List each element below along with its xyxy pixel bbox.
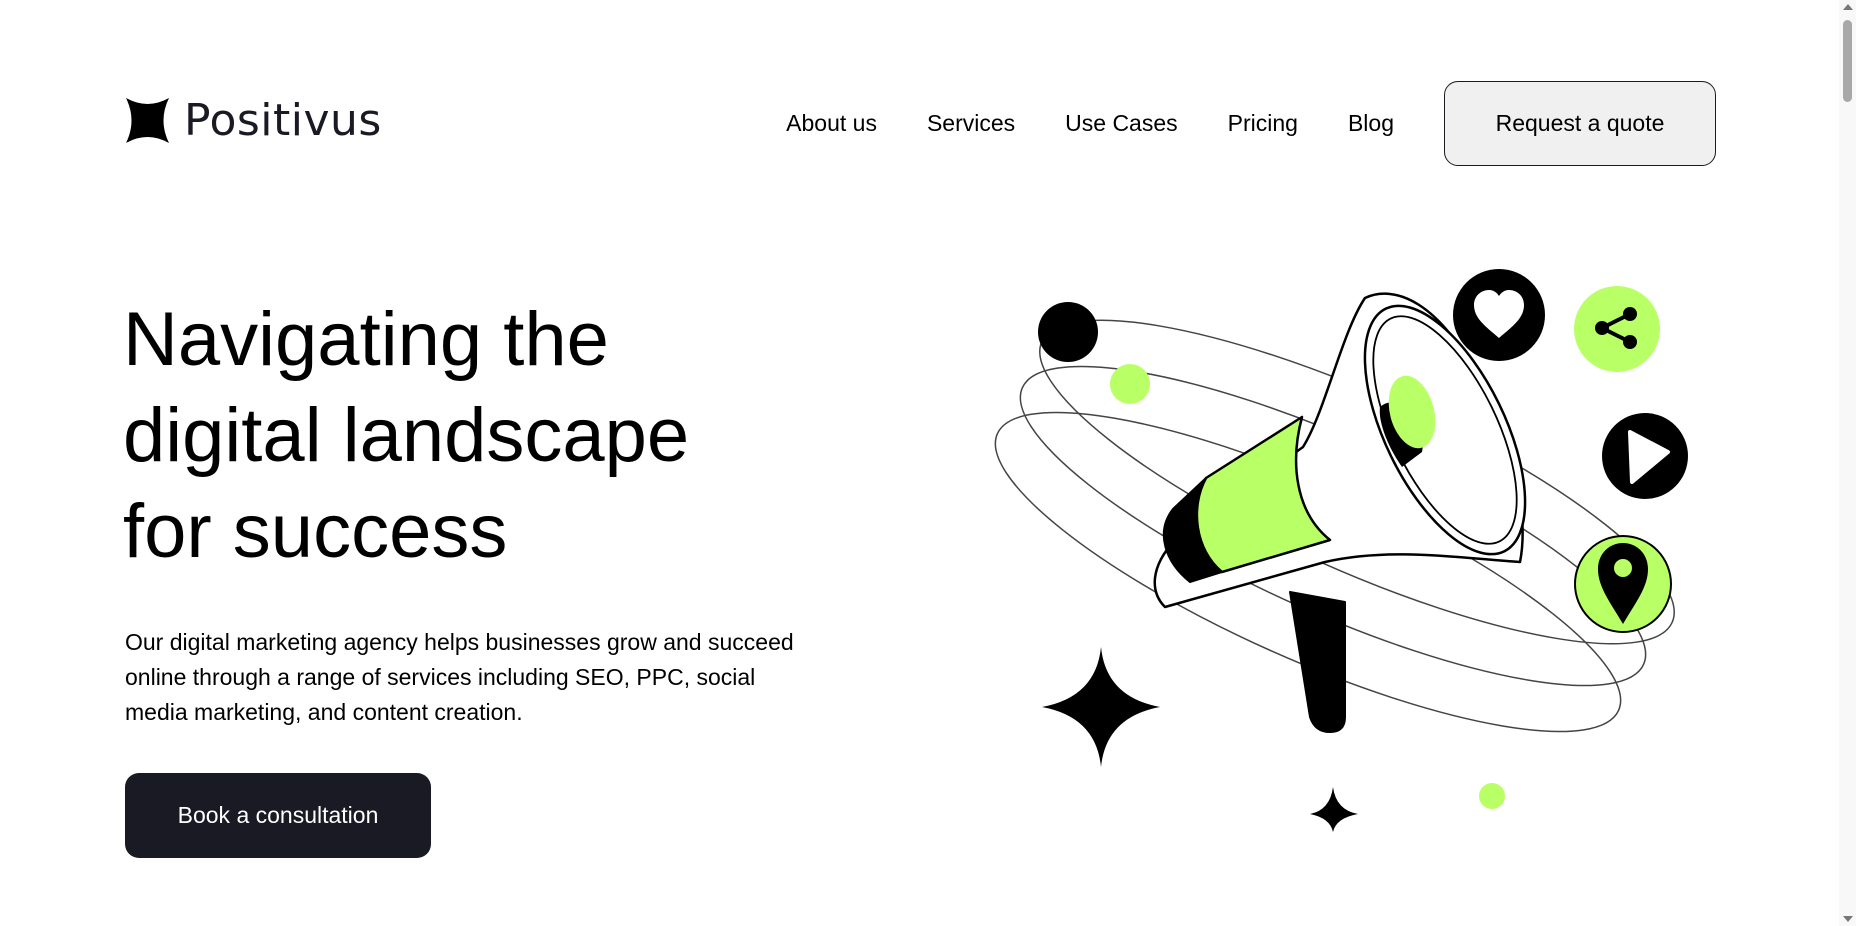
star-burst-icon — [126, 98, 169, 143]
sparkle-small-icon — [1310, 787, 1358, 832]
decor-dot-green-small — [1479, 783, 1505, 809]
play-icon — [1602, 413, 1688, 499]
nav-link-services[interactable]: Services — [927, 112, 1015, 135]
location-pin-icon — [1574, 535, 1672, 633]
brand-logo[interactable]: Positivus — [125, 97, 382, 144]
hero-description: Our digital marketing agency helps busin… — [125, 629, 794, 725]
hero-title: Navigating the digital landscape for suc… — [123, 292, 823, 580]
hero-title-line: Navigating the — [123, 297, 609, 382]
share-icon — [1574, 286, 1660, 372]
page-scrollbar[interactable] — [1839, 0, 1856, 926]
brand-name: Positivus — [184, 94, 382, 146]
nav-link-about-us[interactable]: About us — [786, 112, 877, 135]
heart-icon — [1453, 269, 1545, 361]
decor-dot-green — [1110, 364, 1150, 404]
sparkle-icon — [1042, 647, 1160, 767]
book-consultation-button[interactable]: Book a consultation — [125, 773, 431, 858]
landing-page: Positivus About us Services Use Cases Pr… — [0, 0, 1856, 926]
hero-title-line: for success — [123, 489, 508, 574]
scroll-up-icon[interactable] — [1843, 4, 1853, 10]
scroll-thumb[interactable] — [1843, 20, 1852, 102]
nav-link-use-cases[interactable]: Use Cases — [1065, 112, 1177, 135]
nav-link-blog[interactable]: Blog — [1348, 112, 1394, 135]
nav-link-pricing[interactable]: Pricing — [1228, 112, 1298, 135]
decor-dot-black — [1038, 302, 1098, 362]
request-quote-button[interactable]: Request a quote — [1444, 81, 1716, 166]
hero-title-line: digital landscape — [123, 393, 690, 478]
main-nav: About us Services Use Cases Pricing Blog… — [786, 80, 1716, 167]
megaphone-illustration — [994, 269, 1688, 832]
scroll-down-icon[interactable] — [1843, 916, 1853, 922]
